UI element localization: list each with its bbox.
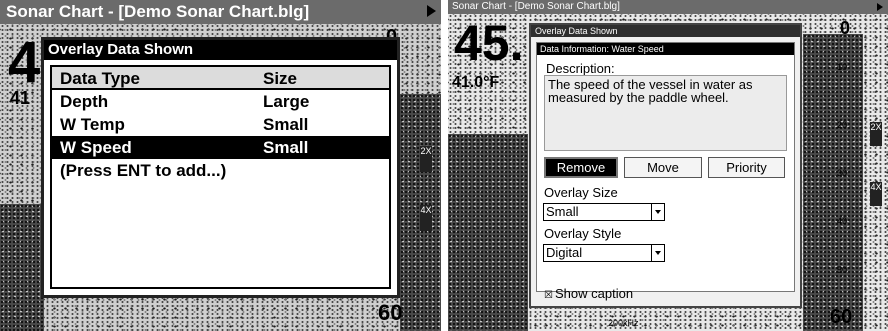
item-type: W Temp	[60, 115, 125, 134]
move-button[interactable]: Move	[624, 157, 702, 178]
checkbox-checked-icon: ☒	[544, 290, 553, 301]
frequency-label: 200kHz	[608, 318, 639, 328]
depth-scale-tick: 30	[837, 168, 848, 178]
overlay-size-label: Overlay Size	[544, 185, 618, 200]
list-item-depth[interactable]: Depth Large	[52, 90, 389, 113]
list-item-w-speed[interactable]: W Speed Small	[52, 136, 389, 159]
window-title-bar: Sonar Chart - [Demo Sonar Chart.blg]	[448, 0, 888, 14]
zoom-2x-label: 2X	[870, 122, 882, 146]
zoom-2x-label: 2X	[420, 146, 432, 172]
overlay-data-dialog: Overlay Data Shown Data Type Size Depth …	[41, 37, 400, 298]
speed-readout: 45.	[454, 15, 524, 71]
window-title-bar: Sonar Chart - [Demo Sonar Chart.blg]	[0, 0, 441, 24]
dialog-title: Overlay Data Shown	[531, 25, 800, 37]
overlay-data-dialog: Overlay Data Shown Data Information: Wat…	[529, 23, 802, 308]
depth-readout: 4	[8, 30, 41, 95]
show-caption-checkbox[interactable]: ☒ Show caption	[544, 286, 633, 301]
data-information-panel: Data Information: Water Speed Descriptio…	[536, 42, 795, 301]
play-arrow-icon[interactable]	[877, 3, 883, 11]
item-type: W Speed	[60, 138, 132, 157]
sonar-bottom-return	[0, 204, 44, 331]
temperature-readout: 41	[10, 88, 31, 108]
sonar-bottom-return	[803, 34, 863, 331]
temperature-readout: 41.0°F	[452, 74, 500, 91]
depth-scale-tick: 40	[837, 216, 848, 226]
header-data-type: Data Type	[60, 69, 140, 88]
show-caption-label: Show caption	[555, 286, 634, 301]
depth-scale-bottom: 60	[830, 306, 853, 328]
priority-button[interactable]: Priority	[708, 157, 785, 178]
depth-scale-tick: 10	[837, 62, 848, 72]
chevron-down-icon	[651, 245, 664, 261]
dialog-title: Overlay Data Shown	[44, 40, 397, 60]
description-label: Description:	[546, 61, 615, 76]
list-item-w-temp[interactable]: W Temp Small	[52, 113, 389, 136]
sonar-bottom-return	[448, 134, 528, 331]
item-type: Depth	[60, 92, 109, 111]
item-type: (Press ENT to add...)	[60, 161, 227, 180]
item-size: Large	[263, 92, 310, 111]
depth-scale-tick: 50	[837, 265, 848, 275]
play-arrow-icon[interactable]	[427, 5, 436, 17]
item-size: Small	[263, 115, 309, 134]
item-size: Small	[263, 138, 309, 157]
data-type-list: Data Type Size Depth Large W Temp Small …	[50, 65, 391, 289]
zoom-4x-label: 4X	[870, 182, 882, 206]
description-text: The speed of the vessel in water as meas…	[544, 75, 787, 151]
overlay-style-label: Overlay Style	[544, 226, 622, 241]
info-title: Data Information: Water Speed	[537, 43, 794, 55]
window-title: Sonar Chart - [Demo Sonar Chart.blg]	[6, 2, 310, 21]
zoom-4x-label: 4X	[420, 205, 432, 231]
depth-scale-tick: 20	[837, 120, 848, 130]
right-screenshot: Sonar Chart - [Demo Sonar Chart.blg] 45.…	[448, 0, 888, 331]
overlay-style-select[interactable]: Digital	[543, 244, 665, 262]
remove-button[interactable]: Remove	[544, 157, 618, 178]
depth-scale-bottom: 60	[378, 300, 403, 325]
window-title: Sonar Chart - [Demo Sonar Chart.blg]	[452, 1, 620, 12]
list-item-add[interactable]: (Press ENT to add...)	[52, 159, 389, 182]
overlay-size-value: Small	[546, 204, 579, 219]
overlay-size-select[interactable]: Small	[543, 203, 665, 221]
depth-scale-top: 0	[840, 18, 851, 38]
overlay-style-value: Digital	[546, 245, 583, 260]
left-screenshot: Sonar Chart - [Demo Sonar Chart.blg] 4 4…	[0, 0, 441, 331]
chevron-down-icon	[651, 204, 664, 220]
header-size: Size	[263, 69, 298, 88]
list-header: Data Type Size	[52, 67, 389, 90]
